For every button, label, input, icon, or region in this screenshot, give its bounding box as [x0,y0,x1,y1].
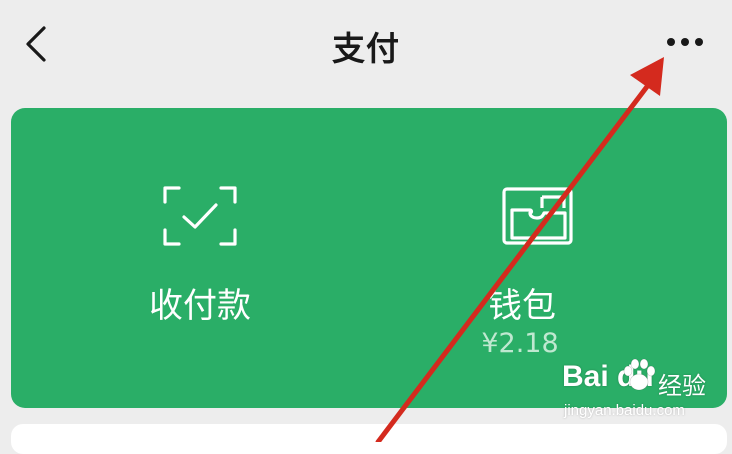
more-button[interactable] [660,30,710,54]
receive-pay-button[interactable]: 收付款 [11,108,369,408]
paw-icon [623,358,656,391]
wallet-label: 钱包 [488,286,556,326]
navigation-bar: 支付 [0,0,732,92]
scan-check-icon [163,186,237,246]
receive-pay-label: 收付款 [149,286,251,326]
watermark-name: 经验 [658,372,706,400]
watermark-url: jingyan.baidu.com [564,402,685,419]
page-title: 支付 [332,29,400,68]
wallet-icon [502,187,573,245]
more-horizontal-icon [667,38,703,46]
watermark: Bai du 经验 jingyan.baidu.com [562,352,732,442]
